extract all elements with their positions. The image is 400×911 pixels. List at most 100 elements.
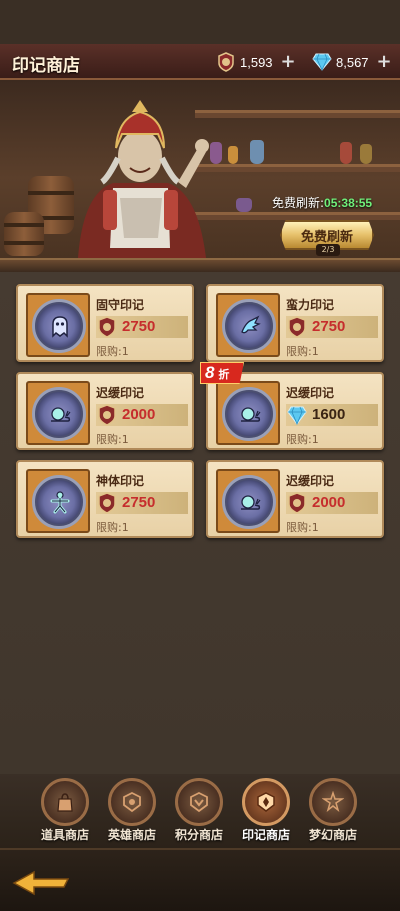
tab-emblem: [108, 778, 156, 826]
shelf: [195, 110, 400, 118]
item-icon-frame: [216, 293, 280, 357]
purchase-limit: 限购:1: [96, 345, 129, 358]
refresh-timer-label: 免费刷新:: [272, 196, 325, 210]
bag-icon: [57, 793, 73, 812]
tab-dream-shop[interactable]: 梦幻商店: [300, 778, 366, 848]
tab-emblem: [41, 778, 89, 826]
tab-hero-shop[interactable]: 英雄商店: [99, 778, 165, 848]
price-bar: 1600: [286, 404, 378, 426]
add-seal-button[interactable]: +: [281, 53, 296, 71]
refresh-timer-value: 05:38:55: [324, 196, 373, 210]
diamond-icon: [287, 406, 307, 426]
shopkeeper-scene: 免费刷新:05:38:55 免费刷新 2/3: [0, 80, 400, 258]
item-icon-frame: [26, 469, 90, 533]
seal-medal-icon: [32, 299, 86, 353]
page-title: 印记商店: [12, 56, 80, 76]
seal-currency: 1,593 +: [216, 52, 296, 72]
tab-points-shop[interactable]: 积分商店: [166, 778, 232, 848]
purchase-limit: 限购:1: [286, 345, 319, 358]
jar: [236, 198, 252, 212]
shop-item-card[interactable]: 蛮力印记 2750 限购:1: [206, 284, 384, 362]
shelf: [195, 212, 400, 220]
tab-emblem: [309, 778, 357, 826]
snail-glyph-icon: [241, 407, 261, 422]
price-bar: 2750: [96, 316, 188, 338]
item-icon-frame: [26, 381, 90, 445]
shop-item-card[interactable]: 神体印记 2750 限购:1: [16, 460, 194, 538]
purchase-limit: 限购:1: [96, 521, 129, 534]
back-arrow-icon[interactable]: [12, 870, 72, 896]
shop-tab-bar: 道具商店 英雄商店 积分商店 印记商店 梦幻商店: [0, 774, 400, 848]
item-name: 迟缓印记: [96, 386, 145, 400]
tab-item-shop[interactable]: 道具商店: [32, 778, 98, 848]
item-price: 2000: [312, 494, 346, 511]
barrel: [4, 212, 44, 256]
tab-label: 积分商店: [174, 828, 223, 842]
tab-label: 道具商店: [40, 828, 89, 842]
purchase-limit: 限购:1: [286, 433, 319, 446]
tab-emblem: [242, 778, 290, 826]
item-name: 固守印记: [96, 298, 145, 312]
seal-coin-icon: [98, 316, 116, 338]
jar: [250, 140, 264, 164]
shop-item-card[interactable]: 固守印记 2750 限购:1: [16, 284, 194, 362]
price-bar: 2000: [286, 492, 378, 514]
jar: [228, 146, 238, 164]
jar: [340, 142, 352, 164]
item-name: 迟缓印记: [286, 386, 335, 400]
item-price: 2000: [122, 406, 156, 423]
item-name: 蛮力印记: [286, 298, 335, 312]
discount-badge: 8 折: [200, 362, 244, 384]
seal-medal-icon: [222, 475, 276, 529]
shelf: [195, 164, 400, 172]
purchase-limit: 限购:1: [96, 433, 129, 446]
item-icon-frame: [216, 469, 280, 533]
shop-item-card[interactable]: 迟缓印记 2000 限购:1: [16, 372, 194, 450]
seal-coin-icon: [288, 492, 306, 514]
shop-item-card[interactable]: 迟缓印记 2000 限购:1: [206, 460, 384, 538]
seal-coin-icon: [288, 316, 306, 338]
diamond-currency-value: 8,567: [336, 54, 369, 70]
tab-seal-shop[interactable]: 印记商店: [233, 778, 299, 848]
scene-divider: [0, 258, 400, 272]
purchase-limit: 限购:1: [286, 521, 319, 534]
tab-label: 英雄商店: [107, 828, 156, 842]
ghost-glyph-icon: [52, 316, 68, 338]
figure-glyph-icon: [50, 491, 70, 514]
item-price: 2750: [122, 318, 156, 335]
hero-emblem-icon: [123, 791, 141, 813]
seal-medal-icon: [222, 299, 276, 353]
chevron-emblem-icon: [190, 791, 208, 813]
free-refresh-timer: 免费刷新:05:38:55: [272, 194, 372, 211]
seal-medal-icon: [222, 387, 276, 441]
item-price: 1600: [312, 406, 346, 423]
discount-value: 8: [205, 363, 215, 382]
seal-medal-icon: [32, 387, 86, 441]
price-bar: 2750: [96, 492, 188, 514]
dream-emblem-icon: [322, 791, 344, 813]
tab-label: 梦幻商店: [308, 828, 357, 842]
seal-coin-icon: [98, 492, 116, 514]
jar: [360, 144, 372, 164]
diamond-icon: [312, 53, 332, 71]
seal-coin-icon: [98, 404, 116, 426]
shopkeeper-character: [78, 100, 209, 258]
item-icon-frame: [216, 381, 280, 445]
diamond-currency: 8,567 +: [312, 52, 392, 72]
claw-glyph-icon: [241, 315, 261, 334]
price-bar: 2000: [96, 404, 188, 426]
tab-emblem: [175, 778, 223, 826]
shop-header: 印记商店 1,593 + 8,567 +: [0, 44, 400, 80]
tab-label: 印记商店: [241, 828, 290, 842]
seal-medal-icon: [32, 475, 86, 529]
snail-glyph-icon: [241, 495, 261, 510]
add-diamond-button[interactable]: +: [377, 53, 392, 71]
footer-bar: [0, 848, 400, 911]
item-icon-frame: [26, 293, 90, 357]
price-bar: 2750: [286, 316, 378, 338]
item-name: 神体印记: [96, 474, 145, 488]
refresh-count: 2/3: [316, 244, 340, 256]
snail-glyph-icon: [51, 407, 71, 422]
seal-currency-value: 1,593: [240, 54, 273, 70]
seal-coin-icon: [218, 52, 234, 72]
